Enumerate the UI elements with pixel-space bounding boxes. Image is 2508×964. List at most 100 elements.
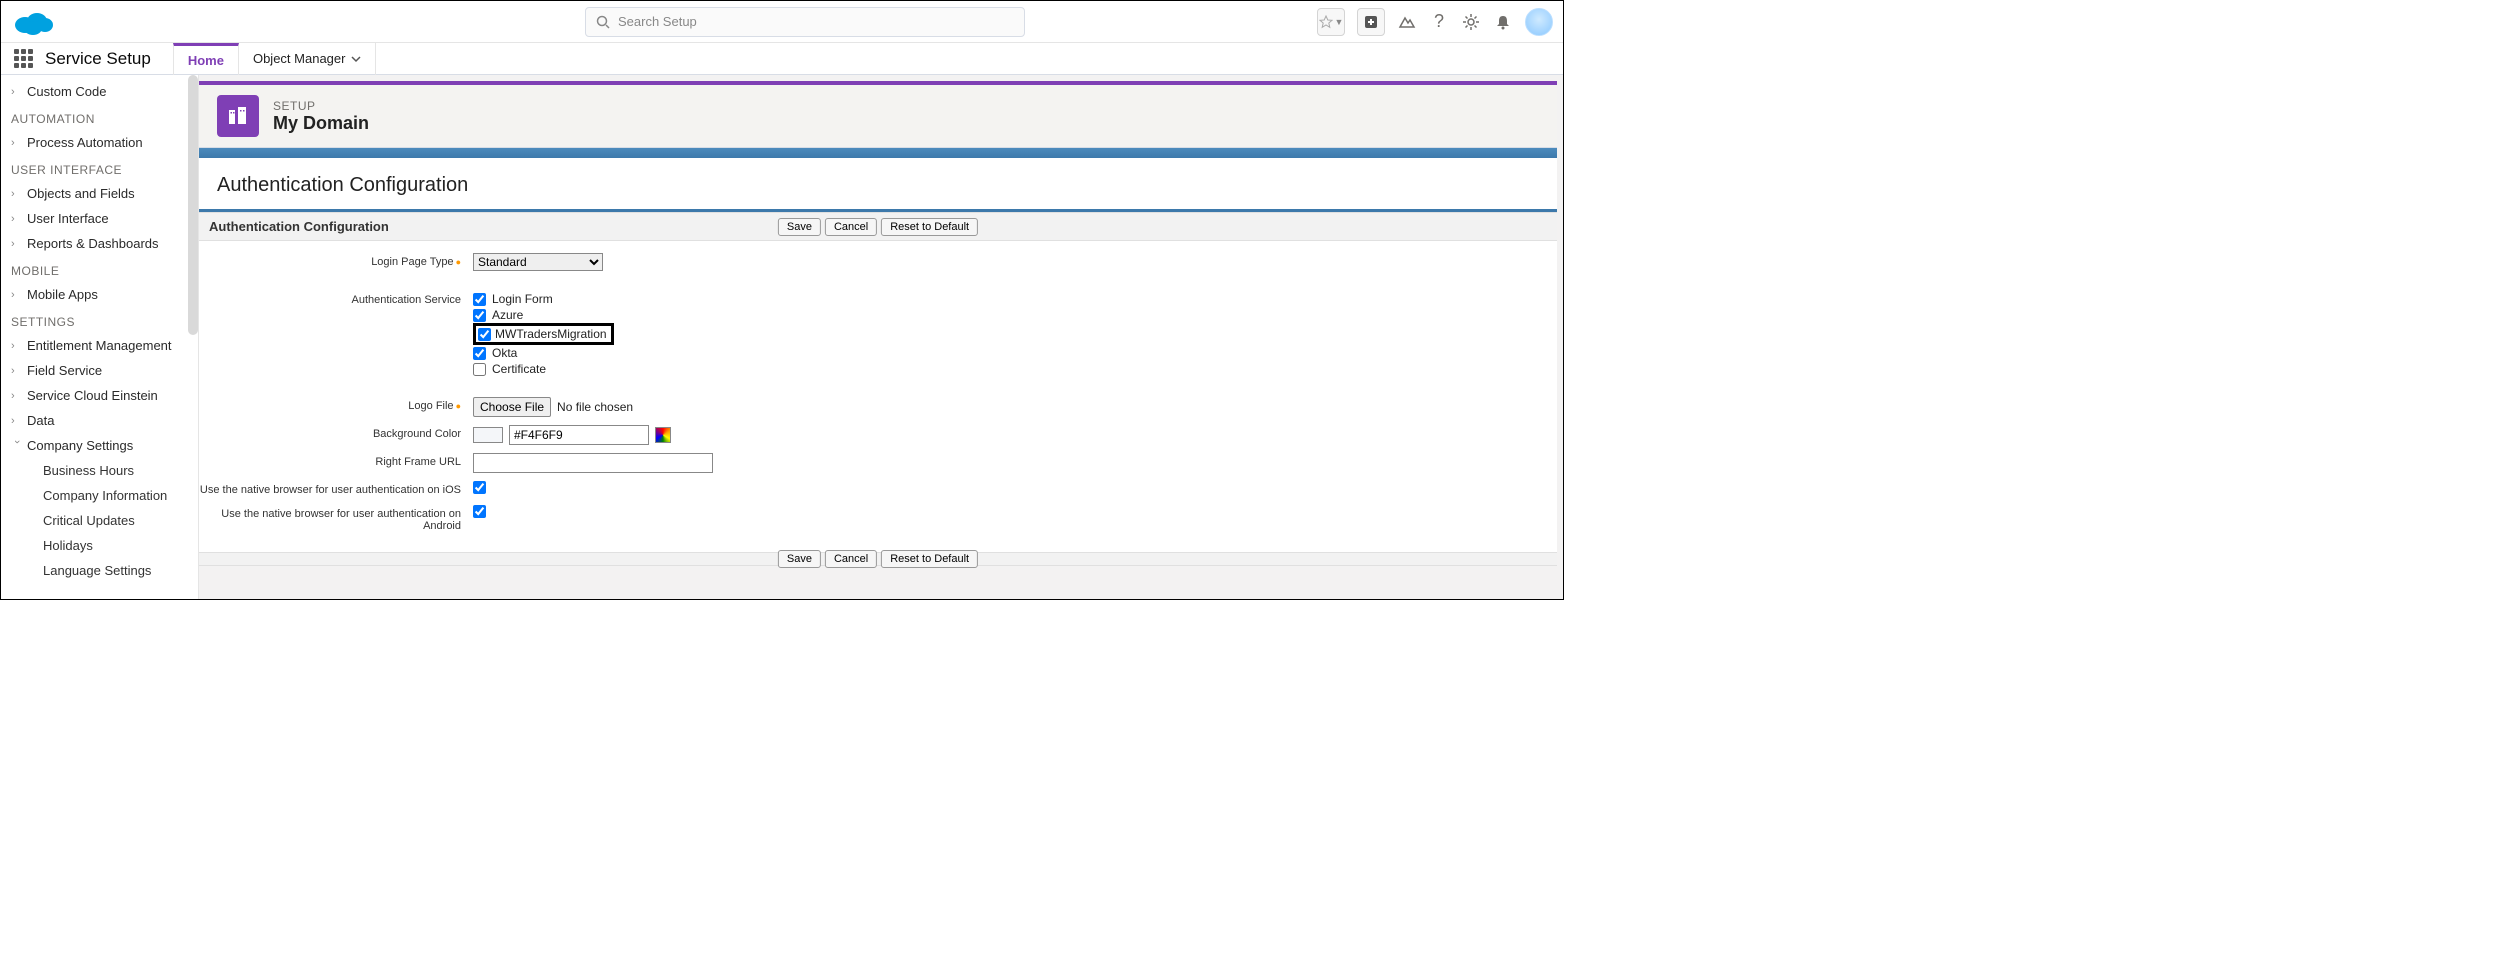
tree-item-company-settings[interactable]: ›Company Settings	[1, 433, 198, 458]
expand-icon: ›	[11, 365, 23, 377]
tab-home[interactable]: Home	[173, 43, 239, 75]
search-wrap: Search Setup	[585, 7, 1025, 37]
search-input[interactable]: Search Setup	[585, 7, 1025, 37]
auth-azure-label: Azure	[492, 308, 523, 322]
salesforce-logo	[11, 7, 55, 37]
page-title: My Domain	[273, 113, 369, 134]
tree-item-custom-code[interactable]: ›Custom Code	[1, 79, 198, 104]
reset-button-bottom[interactable]: Reset to Default	[881, 550, 978, 568]
help-icon[interactable]: ●	[456, 257, 461, 267]
highlighted-mwtraders: MWTradersMigration	[473, 323, 614, 345]
page-header: SETUP My Domain	[199, 85, 1557, 148]
tree-head-automation: AUTOMATION	[1, 104, 198, 130]
tree-item-critical-updates[interactable]: Critical Updates	[1, 508, 198, 533]
tree-item-field-service[interactable]: › Field Service	[1, 358, 198, 383]
tree-item-entitlement[interactable]: ›Entitlement Management	[1, 333, 198, 358]
search-placeholder: Search Setup	[618, 14, 697, 29]
user-avatar[interactable]	[1525, 8, 1553, 36]
tree-item-mobile-apps[interactable]: › Mobile Apps	[1, 282, 198, 307]
main-panel: SETUP My Domain Authentication Configura…	[199, 75, 1563, 599]
right-frame-input[interactable]	[473, 453, 713, 473]
auth-mwtraders-checkbox[interactable]	[478, 328, 491, 341]
right-frame-label: Right Frame URL	[199, 453, 469, 468]
tab-home-label: Home	[188, 53, 224, 68]
plus-icon	[1364, 15, 1378, 29]
ios-native-checkbox[interactable]	[473, 481, 486, 494]
login-page-type-label: Login Page Type●	[199, 253, 469, 268]
context-bar: Service Setup Home Object Manager	[1, 43, 1563, 75]
tree-item-holidays[interactable]: Holidays	[1, 533, 198, 558]
bg-color-label: Background Color	[199, 425, 469, 440]
favorite-button[interactable]: ▼	[1317, 8, 1345, 36]
reset-button[interactable]: Reset to Default	[881, 218, 978, 236]
tree-item-business-hours[interactable]: Business Hours	[1, 458, 198, 483]
auth-okta-label: Okta	[492, 346, 517, 360]
color-picker-icon[interactable]	[655, 427, 671, 443]
tree-item-service-cloud-einstein[interactable]: › Service Cloud Einstein	[1, 383, 198, 408]
expand-icon: ›	[11, 289, 23, 301]
tree-label: Data	[27, 413, 54, 428]
auth-login-form-label: Login Form	[492, 292, 553, 306]
form-area: Login Page Type● Standard Authentication…	[199, 241, 1557, 552]
tree-label: Company Settings	[27, 438, 133, 453]
auth-service-label: Authentication Service	[199, 291, 469, 306]
logo-file-label: Logo File●	[199, 397, 469, 412]
setup-button[interactable]	[1461, 12, 1481, 32]
app-launcher[interactable]	[9, 45, 37, 73]
setup-tree[interactable]: ›Custom Code AUTOMATION ›Process Automat…	[1, 75, 199, 599]
header-right: ▼ ?	[1317, 8, 1553, 36]
trailhead-button[interactable]	[1397, 12, 1417, 32]
auth-config-card: Authentication Configuration Authenticat…	[199, 158, 1557, 566]
breadcrumb: SETUP	[273, 99, 369, 113]
auth-mwtraders-label: MWTradersMigration	[495, 327, 607, 341]
tree-label: Service Cloud Einstein	[27, 388, 158, 403]
notifications-button[interactable]	[1493, 12, 1513, 32]
expand-icon: ›	[11, 415, 23, 427]
tab-object-manager[interactable]: Object Manager	[239, 43, 377, 75]
tab-objmgr-label: Object Manager	[253, 51, 346, 66]
android-native-label: Use the native browser for user authenti…	[199, 505, 469, 532]
tree-item-data[interactable]: › Data	[1, 408, 198, 433]
tree-label: Mobile Apps	[27, 287, 98, 302]
add-button[interactable]	[1357, 8, 1385, 36]
main-inner: SETUP My Domain Authentication Configura…	[199, 81, 1557, 566]
auth-azure-checkbox[interactable]	[473, 309, 486, 322]
search-icon	[596, 15, 610, 29]
help-icon[interactable]: ●	[456, 401, 461, 411]
bg-color-input[interactable]	[509, 425, 649, 445]
tree-label: Reports & Dashboards	[27, 236, 159, 251]
auth-okta-checkbox[interactable]	[473, 347, 486, 360]
expand-icon: ›	[11, 390, 23, 402]
chevron-down-icon	[351, 54, 361, 64]
tree-item-company-information[interactable]: Company Information	[1, 483, 198, 508]
choose-file-button[interactable]: Choose File	[473, 397, 551, 417]
save-button-bottom[interactable]: Save	[778, 550, 821, 568]
help-button[interactable]: ?	[1429, 12, 1449, 32]
tree-label: Process Automation	[27, 135, 143, 150]
tree-label: Custom Code	[27, 84, 106, 99]
content-row: ›Custom Code AUTOMATION ›Process Automat…	[1, 75, 1563, 599]
help-icon: ?	[1434, 11, 1444, 32]
auth-login-form-checkbox[interactable]	[473, 293, 486, 306]
bell-icon	[1495, 14, 1511, 30]
tree-item-reports-dashboards[interactable]: ›Reports & Dashboards	[1, 231, 198, 256]
android-native-checkbox[interactable]	[473, 505, 486, 518]
auth-certificate-checkbox[interactable]	[473, 363, 486, 376]
save-button[interactable]: Save	[778, 218, 821, 236]
band-title: Authentication Configuration	[209, 219, 389, 234]
band-top: Authentication Configuration Save Cancel…	[199, 212, 1557, 241]
bg-color-swatch[interactable]	[473, 427, 503, 443]
expand-icon: ›	[11, 340, 23, 352]
tree-item-process-automation[interactable]: ›Process Automation	[1, 130, 198, 155]
tree-item-user-interface[interactable]: ›User Interface	[1, 206, 198, 231]
tree-label: Field Service	[27, 363, 102, 378]
app-title: Service Setup	[45, 49, 151, 69]
tree-item-objects-fields[interactable]: ›Objects and Fields	[1, 181, 198, 206]
purple-strip	[199, 148, 1557, 158]
tree-item-language-settings[interactable]: Language Settings	[1, 558, 198, 583]
scrollbar[interactable]	[188, 75, 198, 335]
login-page-type-select[interactable]: Standard	[473, 253, 603, 271]
cancel-button[interactable]: Cancel	[825, 218, 877, 236]
my-domain-icon	[217, 95, 259, 137]
cancel-button-bottom[interactable]: Cancel	[825, 550, 877, 568]
